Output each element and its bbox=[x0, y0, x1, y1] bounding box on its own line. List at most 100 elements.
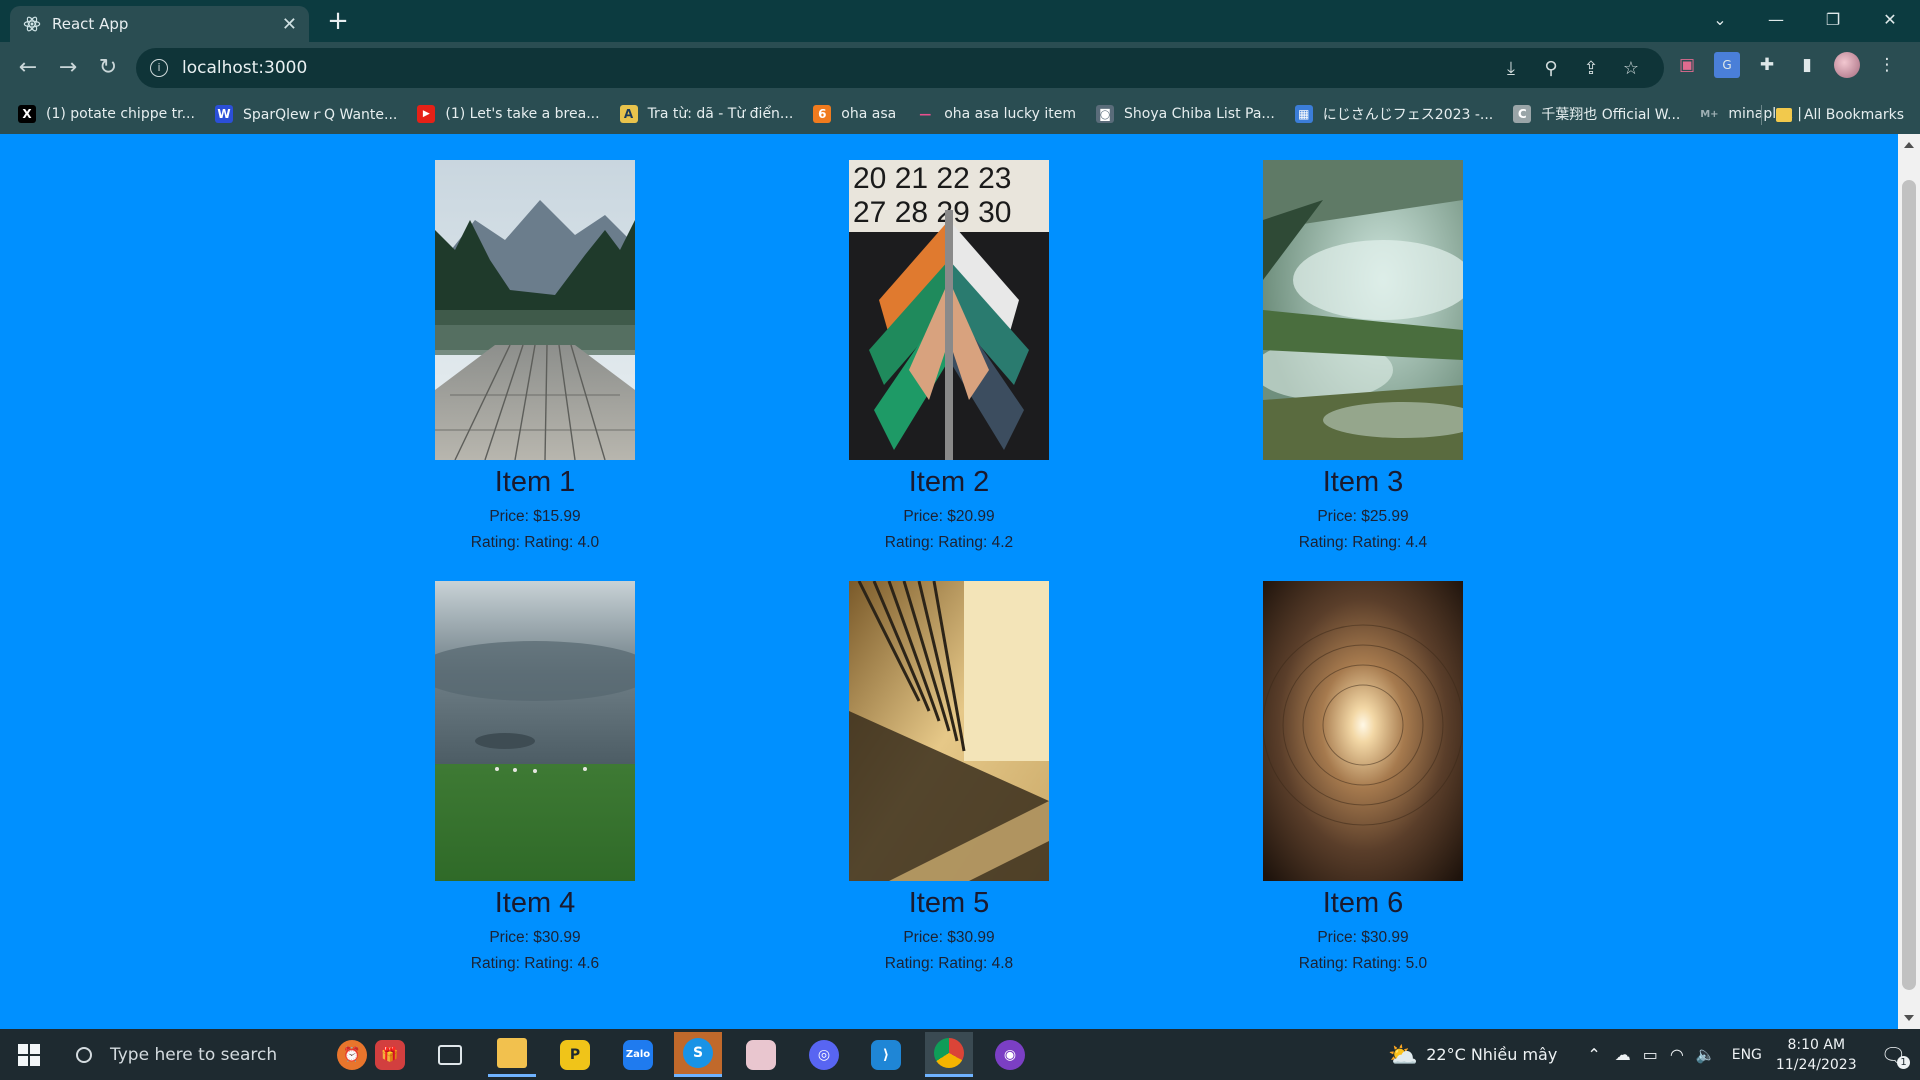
bookmark-item[interactable]: — oha asa lucky item bbox=[916, 105, 1076, 123]
extensions-area: ▣ G ✚ ▮ ⋮ bbox=[1674, 52, 1900, 78]
tab-search-icon[interactable]: ⌄ bbox=[1700, 6, 1740, 34]
install-app-icon[interactable]: ⤓ bbox=[1500, 58, 1522, 79]
menu-icon[interactable]: ⋮ bbox=[1874, 52, 1900, 78]
all-bookmarks-button[interactable]: All Bookmarks bbox=[1751, 105, 1904, 125]
profile-avatar[interactable] bbox=[1834, 52, 1860, 78]
product-rating: Rating: Rating: 5.0 bbox=[1298, 955, 1428, 972]
bookmark-label: Tra từ: dã - Từ điển... bbox=[647, 106, 794, 122]
bookmark-item[interactable]: W SparQlewｒQ Wante... bbox=[214, 104, 397, 124]
task-view-icon[interactable] bbox=[426, 1032, 474, 1077]
anime-app-icon[interactable] bbox=[737, 1032, 785, 1077]
product-card[interactable]: Item 6 Price: $30.99 Rating: Rating: 5.0 bbox=[1213, 581, 1513, 977]
close-tab-icon[interactable]: ✕ bbox=[282, 14, 297, 35]
language-indicator[interactable]: ENG bbox=[1732, 1047, 1762, 1063]
product-name: Item 3 bbox=[1322, 466, 1404, 498]
windows-start-icon[interactable] bbox=[18, 1044, 40, 1066]
bookmark-label: 千葉翔也 Official W... bbox=[1541, 107, 1681, 123]
bookmark-star-icon[interactable]: ☆ bbox=[1620, 58, 1642, 79]
scrollbar-thumb[interactable] bbox=[1902, 180, 1916, 990]
product-card[interactable]: Item 4 Price: $30.99 Rating: Rating: 4.6 bbox=[385, 581, 685, 977]
product-price: Price: $30.99 bbox=[1317, 929, 1409, 946]
scroll-down-arrow-icon[interactable] bbox=[1904, 1015, 1914, 1021]
product-name: Item 5 bbox=[908, 887, 990, 919]
share-icon[interactable]: ⇪ bbox=[1580, 58, 1602, 79]
chevron-up-icon[interactable]: ⌃ bbox=[1587, 1045, 1600, 1064]
c-icon: C bbox=[1513, 105, 1532, 123]
ticketing-app-icon[interactable]: P bbox=[551, 1032, 599, 1077]
vscode-icon[interactable]: ⟩ bbox=[862, 1032, 910, 1077]
back-icon[interactable]: ← bbox=[12, 52, 44, 84]
product-rating: Rating: Rating: 4.2 bbox=[884, 534, 1014, 551]
translate-icon[interactable]: G bbox=[1714, 52, 1740, 78]
product-price: Price: $30.99 bbox=[903, 929, 995, 946]
product-name: Item 4 bbox=[494, 887, 576, 919]
forward-icon[interactable]: → bbox=[52, 52, 84, 84]
all-bookmarks-label: All Bookmarks bbox=[1803, 107, 1904, 123]
tab-react-app[interactable]: React App ✕ bbox=[10, 6, 309, 42]
address-bar[interactable]: i localhost:3000 ⤓ ⚲ ⇪ ☆ bbox=[136, 48, 1664, 88]
skype-icon[interactable]: S bbox=[674, 1032, 722, 1077]
bookmark-item[interactable]: C 千葉翔也 Official W... bbox=[1513, 104, 1680, 124]
clock[interactable]: 8:10 AM 11/24/2023 bbox=[1776, 1035, 1857, 1075]
chrome-icon[interactable] bbox=[925, 1032, 973, 1077]
bookmark-label: Shoya Chiba List Pa... bbox=[1124, 106, 1275, 122]
product-rating: Rating: Rating: 4.4 bbox=[1298, 534, 1428, 551]
bookmark-label: (1) potate chippe tr... bbox=[46, 106, 195, 122]
scroll-up-arrow-icon[interactable] bbox=[1904, 142, 1914, 148]
react-icon bbox=[22, 14, 42, 34]
notification-icon[interactable]: 🗨 1 bbox=[1881, 1043, 1910, 1069]
zalo-icon[interactable]: Zalo bbox=[614, 1032, 662, 1077]
gift-icon[interactable]: 🎁 bbox=[366, 1032, 414, 1077]
bookmark-item[interactable]: 6 oha asa bbox=[813, 105, 896, 123]
product-card[interactable]: Item 3 Price: $25.99 Rating: Rating: 4.4 bbox=[1213, 160, 1513, 556]
bookmark-item[interactable]: ◙ Shoya Chiba List Pa... bbox=[1096, 105, 1275, 123]
product-image-clothes-rack: 20 21 22 23 27 28 29 30 bbox=[849, 160, 1049, 460]
clock-time: 8:10 AM bbox=[1787, 1036, 1846, 1053]
browser-toolbar: ← → ↻ i localhost:3000 ⤓ ⚲ ⇪ ☆ bbox=[0, 42, 1920, 94]
product-image-light-tunnel bbox=[1263, 581, 1463, 881]
cloud-weather-icon[interactable]: ⛅ bbox=[1388, 1041, 1418, 1069]
reload-icon[interactable]: ↻ bbox=[92, 52, 124, 84]
bookmark-item[interactable]: ▶ (1) Let's take a brea... bbox=[417, 105, 600, 123]
close-window-button[interactable]: ✕ bbox=[1870, 6, 1910, 34]
product-rating: Rating: Rating: 4.8 bbox=[884, 955, 1014, 972]
divider bbox=[1760, 105, 1762, 125]
product-card[interactable]: Item 5 Price: $30.99 Rating: Rating: 4.8 bbox=[799, 581, 1099, 977]
battery-icon[interactable]: ▭ bbox=[1643, 1045, 1658, 1064]
bookmark-item[interactable]: X (1) potate chippe tr... bbox=[18, 105, 195, 123]
calendar-icon: ▦ bbox=[1294, 105, 1313, 123]
product-price: Price: $25.99 bbox=[1317, 508, 1409, 525]
youtube-icon: ▶ bbox=[417, 105, 436, 123]
channel-6-icon: 6 bbox=[813, 105, 832, 123]
restore-button[interactable]: ❐ bbox=[1813, 6, 1853, 34]
product-price: Price: $20.99 bbox=[903, 508, 995, 525]
new-tab-button[interactable]: + bbox=[324, 8, 352, 36]
product-price: Price: $30.99 bbox=[489, 929, 581, 946]
extension-icon[interactable]: ▣ bbox=[1674, 52, 1700, 78]
bookmarks-bar: X (1) potate chippe tr... W SparQlewｒQ Wan… bbox=[0, 94, 1920, 134]
bookmark-item[interactable]: A Tra từ: dã - Từ điển... bbox=[619, 105, 794, 123]
vertical-scrollbar[interactable] bbox=[1898, 134, 1920, 1029]
product-card[interactable]: Item 1 Price: $15.99 Rating: Rating: 4.0 bbox=[385, 160, 685, 556]
svg-text:27 28 29 30: 27 28 29 30 bbox=[853, 196, 1011, 229]
puzzle-icon[interactable]: ✚ bbox=[1754, 52, 1780, 78]
github-desktop-icon[interactable]: ◉ bbox=[986, 1032, 1034, 1077]
onedrive-icon[interactable]: ☁ bbox=[1615, 1045, 1631, 1064]
product-rating: Rating: Rating: 4.6 bbox=[470, 955, 600, 972]
weather-text[interactable]: 22°C Nhiều mây bbox=[1426, 1045, 1557, 1064]
minimize-button[interactable]: — bbox=[1756, 6, 1796, 34]
volume-icon[interactable]: 🔈 bbox=[1696, 1045, 1716, 1064]
product-card[interactable]: 20 21 22 23 27 28 29 30 Item 2 Price: $20… bbox=[799, 160, 1099, 556]
side-panel-icon[interactable]: ▮ bbox=[1794, 52, 1820, 78]
image-icon: ◙ bbox=[1096, 105, 1115, 123]
zoom-icon[interactable]: ⚲ bbox=[1540, 58, 1562, 79]
file-explorer-icon[interactable] bbox=[488, 1032, 536, 1077]
taskbar-search-box[interactable]: Type here to search bbox=[64, 1029, 324, 1080]
pink-pen-icon: — bbox=[919, 107, 932, 121]
site-info-icon[interactable]: i bbox=[150, 59, 168, 77]
wifi-icon[interactable]: ◠ bbox=[1670, 1045, 1684, 1064]
bookmark-item[interactable]: ▦ にじさんじフェス2023 -... bbox=[1294, 104, 1493, 124]
product-image-wooden-slats bbox=[849, 581, 1049, 881]
discord-icon[interactable]: ◎ bbox=[800, 1032, 848, 1077]
product-name: Item 1 bbox=[494, 466, 576, 498]
